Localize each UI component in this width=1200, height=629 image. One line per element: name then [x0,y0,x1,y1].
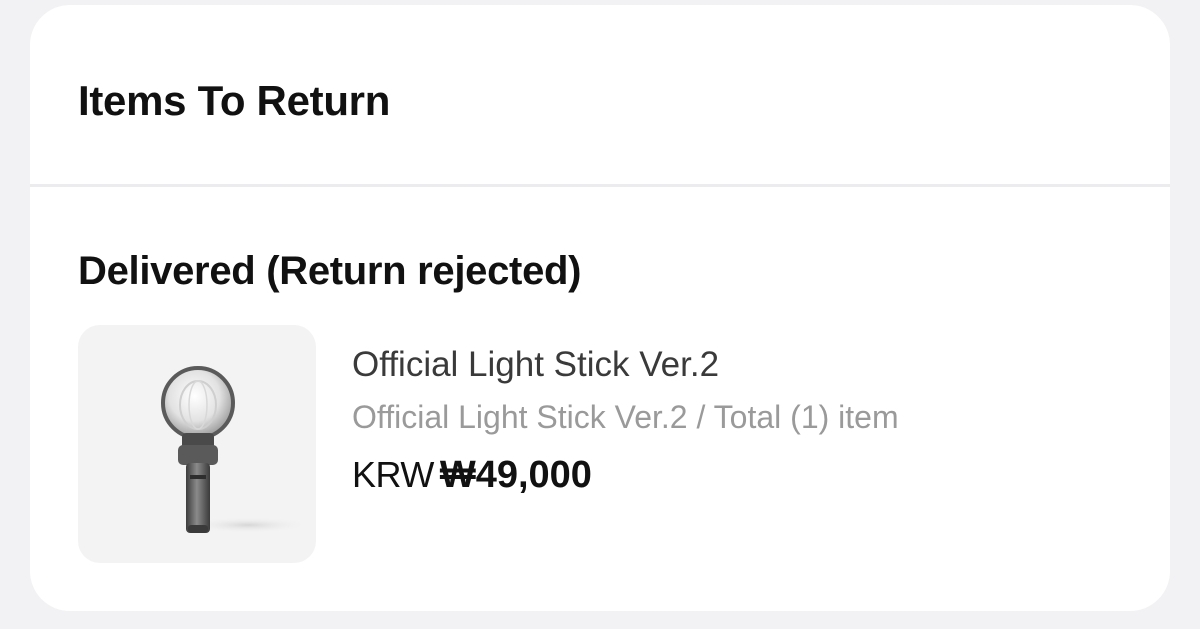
price-amount: ₩49,000 [439,454,592,496]
product-option: Official Light Stick Ver.2 / Total (1) i… [352,399,899,435]
card-header: Items To Return [30,5,1170,187]
return-items-card: Items To Return Delivered (Return reject… [30,5,1170,611]
product-price: KRW ₩49,000 [352,451,899,507]
price-currency: KRW [352,454,434,495]
product-name[interactable]: Official Light Stick Ver.2 [352,343,899,387]
light-stick-icon [161,366,308,533]
product-info: Official Light Stick Ver.2 Official Ligh… [352,343,899,507]
return-status-label: Delivered (Return rejected) [78,249,582,293]
card-title: Items To Return [78,77,391,124]
product-image[interactable] [78,325,316,563]
